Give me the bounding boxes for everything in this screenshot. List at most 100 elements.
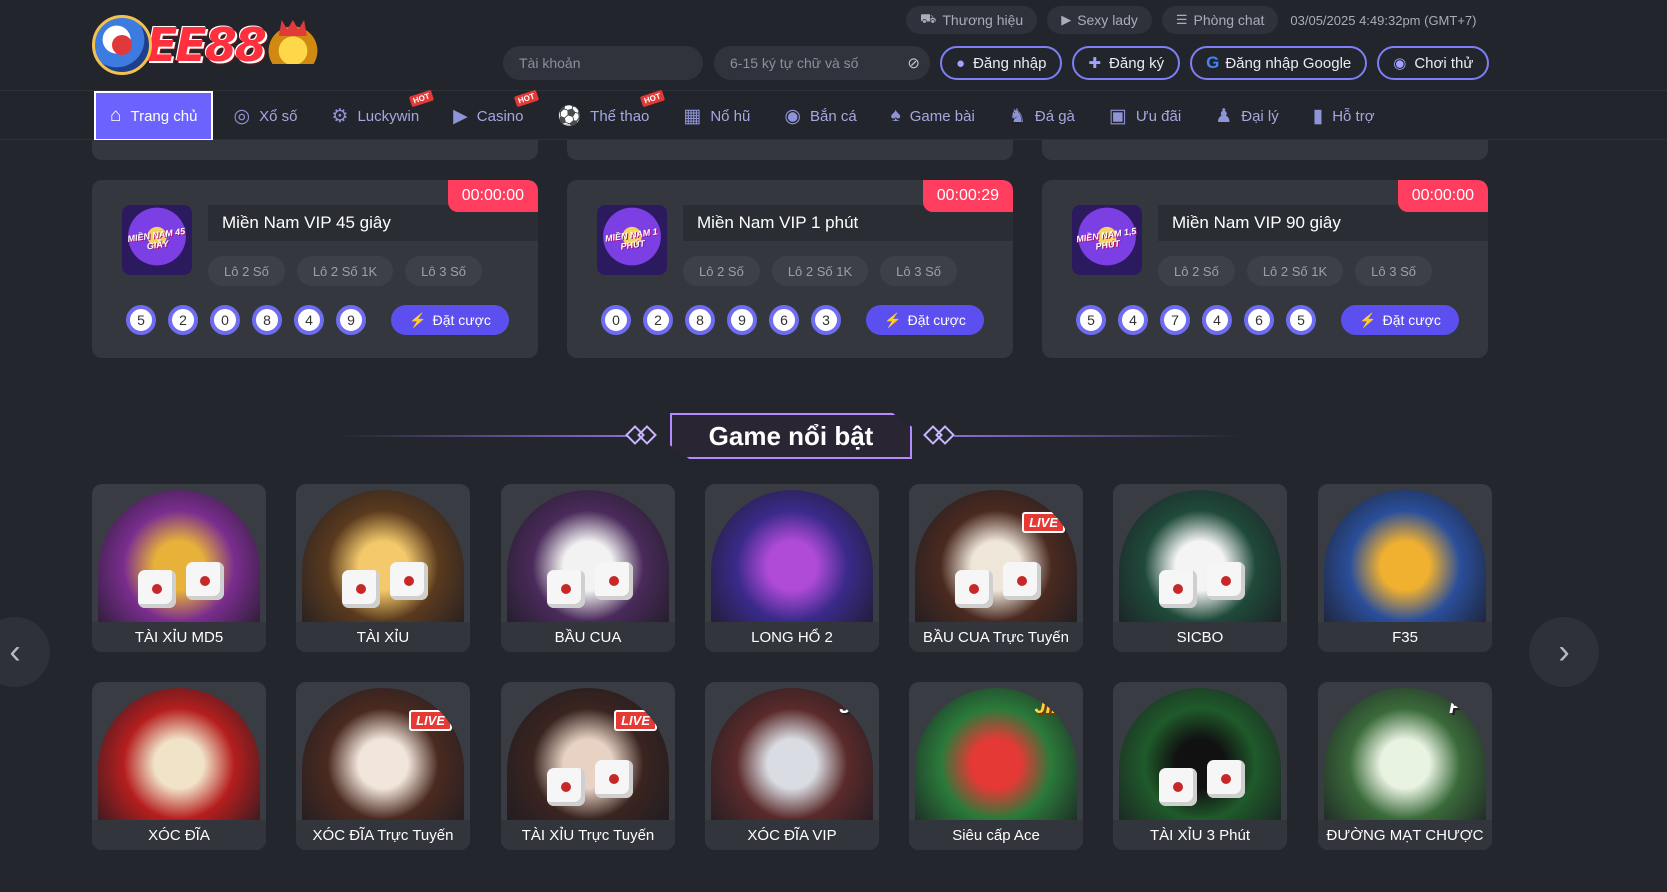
bet-type-pill[interactable]: Lô 2 Số [208, 256, 285, 286]
game-card[interactable]: LIVE BẦU CUA Trực Tuyến [909, 484, 1083, 652]
bet-type-pill[interactable]: Lô 2 Số [683, 256, 760, 286]
wallet-icon: ▣ [1108, 105, 1127, 127]
game-label: TÀI XỈU 3 Phút [1113, 820, 1287, 850]
datetime: 03/05/2025 4:49:32pm (GMT+7) [1290, 12, 1477, 28]
nav-item-6[interactable]: ◉ Bắn cá [770, 91, 870, 141]
place-bet-button[interactable]: ⚡ Đặt cược [1341, 305, 1459, 335]
nav-item-label: Hỗ trợ [1332, 107, 1375, 125]
bet-type-pill[interactable]: Lô 2 Số 1K [771, 256, 869, 286]
chat-room-link[interactable]: ☰ Phòng chat [1161, 6, 1279, 34]
nav-item-7[interactable]: ♠ Game bài [877, 91, 989, 141]
place-bet-button[interactable]: ⚡ Đặt cược [866, 305, 984, 335]
google-login-button[interactable]: G Đăng nhập Google [1190, 46, 1368, 80]
game-card[interactable]: TÀI XỈU MD5 [92, 484, 266, 652]
book-icon: ▮ [1312, 105, 1324, 127]
lightning-icon: ⚡ [409, 311, 427, 328]
result-ball: 8 [685, 305, 715, 335]
lottery-card[interactable]: MIỀN NAM 1,5 PHÚT Miền Nam VIP 90 giây 00:… [1042, 180, 1488, 358]
result-ball: 6 [769, 305, 799, 335]
dice-icon [955, 570, 993, 608]
cards-icon: ♠ [890, 105, 901, 126]
google-icon: G [1206, 53, 1220, 72]
diamond-icon [637, 425, 657, 445]
game-card[interactable]: 3D XÓC ĐĨA VIP [705, 682, 879, 850]
play-icon: ▶ [1061, 12, 1072, 27]
eye-hidden-icon[interactable]: ⊘ [907, 54, 920, 72]
result-ball: 4 [1118, 305, 1148, 335]
result-ball: 5 [1286, 305, 1316, 335]
register-button[interactable]: ✚ Đăng ký [1072, 46, 1181, 80]
dice-icon [547, 768, 585, 806]
result-ball: 5 [1076, 305, 1106, 335]
bet-type-pill[interactable]: Lô 2 Số [1158, 256, 1235, 286]
nav-item-4[interactable]: ⚽ Thể thao HOT [544, 89, 665, 141]
dice-icon [1207, 562, 1245, 600]
bet-type-pill[interactable]: Lô 3 Số [880, 256, 957, 286]
login-button[interactable]: ● Đăng nhập [940, 46, 1063, 80]
game-card[interactable]: LONG HỔ 2 [705, 484, 879, 652]
result-ball: 2 [168, 305, 198, 335]
nav-item-label: Luckywin [357, 107, 420, 125]
game-card[interactable]: BẦU CUA [501, 484, 675, 652]
game-label: F35 [1318, 622, 1492, 652]
game-card[interactable]: SICBO [1113, 484, 1287, 652]
nav-item-0[interactable]: ⌂ Trang chủ [94, 91, 214, 141]
brand-link[interactable]: ⛟ Thương hiệu [906, 6, 1038, 34]
game-card[interactable]: F35 [1318, 484, 1492, 652]
register-button-label: Đăng ký [1109, 54, 1165, 72]
game-card[interactable]: TÀI XỈU 3 Phút [1113, 682, 1287, 850]
password-input[interactable] [714, 46, 930, 80]
crown-icon [266, 20, 319, 64]
lottery-thumbnail: MIỀN NAM 1 PHÚT [597, 205, 667, 275]
game-label: BẦU CUA [501, 622, 675, 652]
nav-item-9[interactable]: ▣ Ưu đãi [1095, 91, 1195, 141]
nav-item-11[interactable]: ▮ Hỗ trợ [1299, 91, 1389, 141]
dice-icon [390, 562, 428, 600]
nav-items: ⌂ Trang chủ ◎ Xổ số ⚙ Luckywin HOT ▶ Casino HOT ⚽ T… [94, 89, 1395, 141]
hot-badge: HOT [639, 89, 665, 108]
place-bet-button[interactable]: ⚡ Đặt cược [391, 305, 509, 335]
game-card[interactable]: JILI Siêu cấp Ace [909, 682, 1083, 850]
dice-icon [547, 570, 585, 608]
nav-item-label: Thể thao [590, 107, 650, 125]
username-input[interactable] [503, 46, 703, 80]
trial-button[interactable]: ◉ Chơi thử [1377, 46, 1490, 80]
game-thumbnail: PG [1324, 688, 1486, 826]
lightning-icon: ⚡ [1359, 311, 1377, 328]
countdown-timer: 00:00:00 [1397, 180, 1488, 212]
nav-item-1[interactable]: ◎ Xổ số [219, 91, 311, 141]
game-thumbnail [1119, 688, 1281, 826]
dice-icon [186, 562, 224, 600]
result-ball: 9 [336, 305, 366, 335]
sexy-lady-link[interactable]: ▶ Sexy lady [1047, 6, 1152, 34]
logo[interactable]: EE88 [92, 12, 340, 78]
game-card[interactable]: LIVE TÀI XỈU Trực Tuyến [501, 682, 675, 850]
place-bet-label: Đặt cược [907, 312, 966, 328]
carousel-next-button[interactable]: › [1529, 617, 1599, 687]
nav-item-8[interactable]: ♞ Đá gà [995, 91, 1089, 141]
game-card[interactable]: LIVE XÓC ĐĨA Trực Tuyến [296, 682, 470, 850]
hot-badge: HOT [513, 89, 539, 108]
lottery-card[interactable]: MIỀN NAM 45 GIÂY Miền Nam VIP 45 giây 00:0… [92, 180, 538, 358]
lottery-card[interactable]: MIỀN NAM 1 PHÚT Miền Nam VIP 1 phút 00:00:… [567, 180, 1013, 358]
game-label: Siêu cấp Ace [909, 820, 1083, 850]
nav-item-3[interactable]: ▶ Casino HOT [439, 89, 539, 141]
nav-item-5[interactable]: ▦ Nổ hũ [669, 91, 764, 141]
provider-badge: JILI [1034, 696, 1069, 718]
title-line-left [340, 435, 628, 437]
result-ball: 8 [252, 305, 282, 335]
game-card[interactable]: TÀI XỈU [296, 484, 470, 652]
bet-type-pill[interactable]: Lô 3 Số [405, 256, 482, 286]
nav-item-10[interactable]: ♟ Đại lý [1201, 91, 1293, 141]
bet-type-pill[interactable]: Lô 2 Số 1K [296, 256, 394, 286]
nav-item-2[interactable]: ⚙ Luckywin HOT [317, 89, 435, 141]
game-card[interactable]: XÓC ĐĨA [92, 682, 266, 850]
bet-type-pill[interactable]: Lô 3 Số [1355, 256, 1432, 286]
game-card[interactable]: PG ĐƯỜNG MẠT CHƯỢC [1318, 682, 1492, 850]
nav-item-label: Game bài [909, 107, 975, 125]
previous-card-edge [92, 140, 538, 160]
bet-type-pill[interactable]: Lô 2 Số 1K [1246, 256, 1344, 286]
provider-badge: LIVE [614, 710, 657, 731]
carousel-prev-button[interactable]: ‹ [0, 617, 50, 687]
previous-card-edge [1042, 140, 1488, 160]
